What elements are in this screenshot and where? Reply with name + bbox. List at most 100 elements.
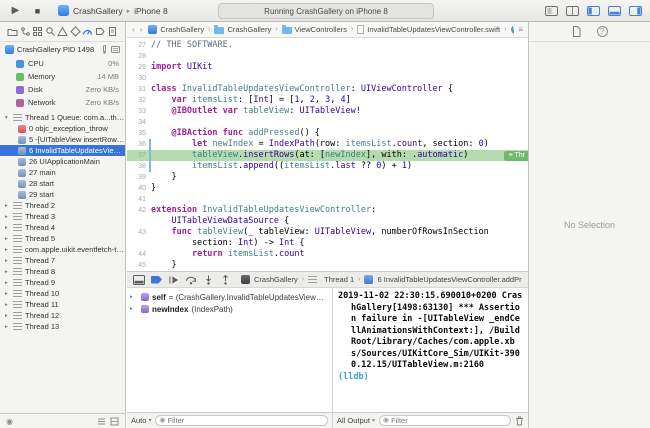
thread-row[interactable]: ▸Thread 8 bbox=[0, 266, 125, 277]
code-line[interactable]: 45 } bbox=[127, 260, 528, 271]
scheme-selector[interactable]: CrashGallery ▸ iPhone 8 bbox=[58, 5, 168, 16]
line-number[interactable]: 45 bbox=[127, 260, 151, 271]
clear-console-icon[interactable] bbox=[515, 416, 524, 426]
step-out-icon[interactable] bbox=[220, 275, 231, 285]
compress-frames-icon[interactable] bbox=[110, 417, 119, 426]
stack-frame-row[interactable]: 6 InvalidTableUpdatesViewControll... bbox=[0, 145, 125, 156]
back-button[interactable]: ‹ bbox=[132, 25, 135, 34]
project-navigator-icon[interactable] bbox=[7, 26, 18, 37]
code-line[interactable]: 36 let newIndex = IndexPath(row: itemsLi… bbox=[127, 139, 528, 150]
debug-navigator-icon[interactable] bbox=[82, 26, 93, 37]
variables-scope-dropdown[interactable]: Auto ▾ bbox=[131, 416, 151, 425]
toggle-navigator-icon[interactable] bbox=[587, 6, 600, 16]
stack-frame-row[interactable]: 5 -[UITableView insertRowsAtIndex... bbox=[0, 134, 125, 145]
source-control-icon[interactable] bbox=[20, 26, 31, 37]
code-line[interactable]: 29import UIKit bbox=[127, 62, 528, 73]
stop-button[interactable]: ■ bbox=[30, 3, 45, 18]
gauge-row-network[interactable]: NetworkZero KB/s bbox=[0, 96, 125, 109]
process-row[interactable]: CrashGallery PID 1498 bbox=[0, 42, 125, 57]
thread-row[interactable]: ▸Thread 9 bbox=[0, 277, 125, 288]
jump-bar-crumb[interactable]: ViewControllers bbox=[282, 25, 347, 34]
jump-bar-crumb[interactable]: CrashGallery bbox=[214, 25, 271, 34]
debug-thread-label[interactable]: Thread 1 bbox=[324, 275, 354, 284]
editor-options-icon[interactable]: ≡ bbox=[518, 25, 523, 34]
variable-row[interactable]: ▸self= (CrashGallery.InvalidTableUpdates… bbox=[130, 291, 329, 303]
line-number[interactable]: 44 bbox=[127, 249, 151, 260]
code-line[interactable]: 34 bbox=[127, 117, 528, 128]
disclosure-icon[interactable]: ▸ bbox=[5, 236, 13, 242]
stack-frame-row[interactable]: 26 UIApplicationMain bbox=[0, 156, 125, 167]
thread-row[interactable]: ▸Thread 4 bbox=[0, 222, 125, 233]
jump-bar-crumb[interactable]: CrashGallery bbox=[148, 25, 204, 34]
disclosure-icon[interactable]: ▸ bbox=[5, 203, 13, 209]
thread-row[interactable]: ▸Thread 2 bbox=[0, 200, 125, 211]
disclosure-icon[interactable]: ▸ bbox=[5, 269, 13, 275]
line-number[interactable]: 31 bbox=[127, 84, 151, 95]
symbol-navigator-icon[interactable] bbox=[32, 26, 43, 37]
quick-help-icon[interactable]: ? bbox=[597, 26, 608, 37]
line-number[interactable]: 37 bbox=[127, 150, 151, 161]
code-line[interactable]: 31class InvalidTableUpdatesViewControlle… bbox=[127, 84, 528, 95]
thread-row[interactable]: ▸Thread 3 bbox=[0, 211, 125, 222]
jump-bar-crumb[interactable]: InvalidTableUpdatesViewController.swift bbox=[357, 25, 500, 34]
disclosure-icon[interactable]: ▸ bbox=[5, 247, 13, 253]
stack-frame-row[interactable]: 27 main bbox=[0, 167, 125, 178]
issue-navigator-icon[interactable] bbox=[57, 26, 68, 37]
line-number[interactable] bbox=[127, 238, 151, 249]
thread-row[interactable]: ▾Thread 1 Queue: com.a...thread (serial) bbox=[0, 112, 125, 123]
disclosure-icon[interactable]: ▸ bbox=[5, 280, 13, 286]
disclosure-icon[interactable]: ▸ bbox=[5, 258, 13, 264]
report-navigator-icon[interactable] bbox=[107, 26, 118, 37]
console-output-dropdown[interactable]: All Output ▾ bbox=[337, 416, 375, 425]
variables-view[interactable]: ▸self= (CrashGallery.InvalidTableUpdates… bbox=[127, 288, 333, 412]
line-number[interactable]: 30 bbox=[127, 73, 151, 84]
gauge-row-disk[interactable]: DiskZero KB/s bbox=[0, 83, 125, 96]
gauge-row-memory[interactable]: Memory14 MB bbox=[0, 70, 125, 83]
thread-row[interactable]: ▸Thread 7 bbox=[0, 255, 125, 266]
code-line[interactable]: 33 @IBOutlet var tableView: UITableView! bbox=[127, 106, 528, 117]
code-line[interactable]: 40} bbox=[127, 183, 528, 194]
line-number[interactable]: 38 bbox=[127, 161, 151, 172]
code-line[interactable]: 27// THE SOFTWARE. bbox=[127, 40, 528, 51]
line-number[interactable]: 28 bbox=[127, 51, 151, 62]
console-filter-field[interactable]: ◉ bbox=[379, 415, 511, 426]
code-line[interactable]: 44 return itemsList.count bbox=[127, 249, 528, 260]
line-number[interactable]: 33 bbox=[127, 106, 151, 117]
breakpoints-toggle-icon[interactable] bbox=[151, 276, 162, 284]
find-navigator-icon[interactable] bbox=[45, 26, 56, 37]
code-line[interactable]: UITableViewDataSource { bbox=[127, 216, 528, 227]
line-number[interactable]: 41 bbox=[127, 194, 151, 205]
file-inspector-icon[interactable] bbox=[572, 26, 581, 37]
flat-frames-icon[interactable] bbox=[97, 417, 106, 426]
code-line[interactable]: section: Int) -> Int { bbox=[127, 238, 528, 249]
gauge-row-cpu[interactable]: CPU0% bbox=[0, 57, 125, 70]
disclosure-icon[interactable]: ▸ bbox=[130, 294, 138, 300]
thread-row[interactable]: ▸Thread 11 bbox=[0, 299, 125, 310]
thread-row[interactable]: ▸Thread 12 bbox=[0, 310, 125, 321]
thread-row[interactable]: ▸com.apple.uikit.eventfetch-thread (8) bbox=[0, 244, 125, 255]
line-number[interactable]: 36 bbox=[127, 139, 151, 150]
code-line[interactable]: 30 bbox=[127, 73, 528, 84]
line-number[interactable] bbox=[127, 216, 151, 227]
disclosure-icon[interactable]: ▸ bbox=[5, 324, 13, 330]
stack-frame-row[interactable]: 0 objc_exception_throw bbox=[0, 123, 125, 134]
add-editor-icon[interactable] bbox=[566, 6, 579, 16]
line-number[interactable]: 32 bbox=[127, 95, 151, 106]
code-line[interactable]: 32 var itemsList: [Int] = [1, 2, 3, 4] bbox=[127, 95, 528, 106]
hide-debug-area-icon[interactable] bbox=[133, 275, 145, 285]
test-navigator-icon[interactable] bbox=[70, 26, 81, 37]
line-number[interactable]: 35 bbox=[127, 128, 151, 139]
disclosure-icon[interactable]: ▸ bbox=[5, 214, 13, 220]
line-number[interactable]: 27 bbox=[127, 40, 151, 51]
execution-pointer-badge[interactable]: ≡ Thr bbox=[504, 151, 528, 161]
code-line[interactable]: 35 @IBAction func addPressed() { bbox=[127, 128, 528, 139]
disclosure-icon[interactable]: ▸ bbox=[130, 306, 138, 312]
run-button[interactable]: ▶ bbox=[8, 3, 23, 18]
line-number[interactable]: 40 bbox=[127, 183, 151, 194]
disclosure-icon[interactable]: ▾ bbox=[5, 115, 13, 121]
code-line[interactable]: 39 } bbox=[127, 172, 528, 183]
line-number[interactable]: 39 bbox=[127, 172, 151, 183]
stack-frame-row[interactable]: 29 start bbox=[0, 189, 125, 200]
editor-only-icon[interactable] bbox=[545, 6, 558, 16]
line-number[interactable]: 43 bbox=[127, 227, 151, 238]
